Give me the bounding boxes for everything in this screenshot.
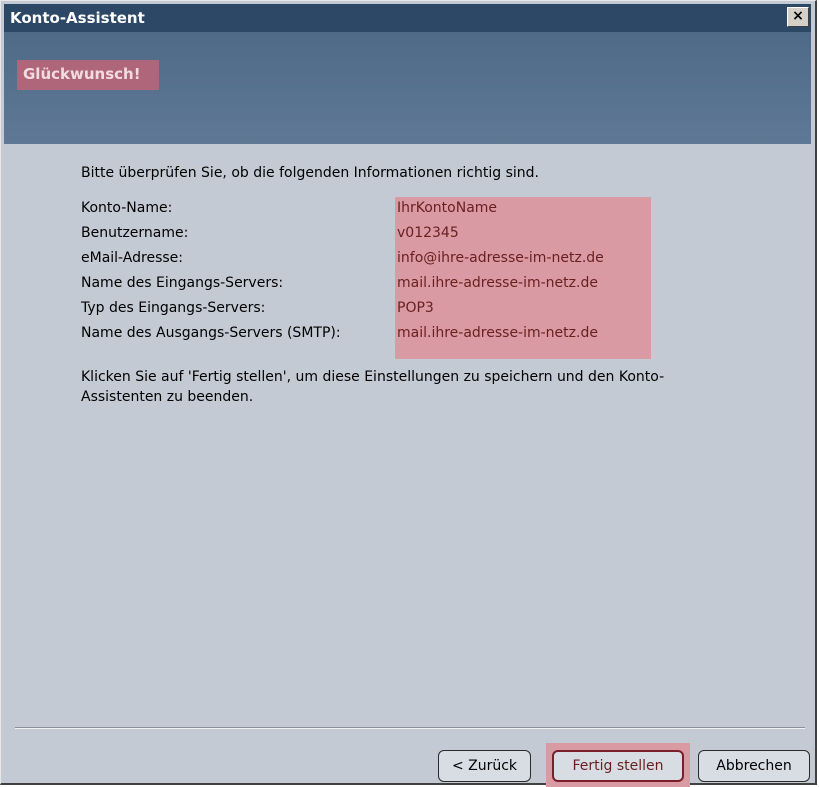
account-name-value: IhrKontoName [397,199,498,216]
incoming-server-value: mail.ihre-adresse-im-netz.de [397,274,598,291]
page-title: Glückwunsch! [23,65,141,83]
info-row-username: Benutzername: v012345 [81,220,604,245]
username-value: v012345 [397,224,459,241]
outgoing-server-value: mail.ihre-adresse-im-netz.de [397,324,598,341]
account-wizard-dialog: Konto-Assistent × Glückwunsch! Bitte übe… [0,0,817,787]
finish-button[interactable]: Fertig stellen [552,750,684,782]
outgoing-server-label: Name des Ausgangs-Servers (SMTP): [81,324,341,341]
close-button[interactable]: × [787,7,809,27]
email-label: eMail-Adresse: [81,249,183,266]
info-row-email: eMail-Adresse: info@ihre-adresse-im-netz… [81,245,604,270]
account-name-label: Konto-Name: [81,199,173,216]
info-row-outgoing-server: Name des Ausgangs-Servers (SMTP): mail.i… [81,320,604,345]
summary-content: Bitte überprüfen Sie, ob die folgenden I… [81,163,781,421]
footer-separator [15,727,805,729]
info-row-incoming-server: Name des Eingangs-Servers: mail.ihre-adr… [81,270,604,295]
window-title: Konto-Assistent [10,9,145,27]
wizard-header: Glückwunsch! [4,32,811,144]
username-label: Benutzername: [81,224,189,241]
info-row-account-name: Konto-Name: IhrKontoName [81,195,604,220]
title-bar: Konto-Assistent × [4,4,811,32]
intro-text: Bitte überprüfen Sie, ob die folgenden I… [81,165,539,181]
incoming-type-label: Typ des Eingangs-Servers: [81,299,266,316]
cancel-button[interactable]: Abbrechen [698,750,810,782]
finish-hint-text: Klicken Sie auf 'Fertig stellen', um die… [81,369,665,405]
incoming-server-label: Name des Eingangs-Servers: [81,274,284,291]
back-button[interactable]: < Zurück [438,750,531,782]
info-row-incoming-type: Typ des Eingangs-Servers: POP3 [81,295,604,320]
email-value: info@ihre-adresse-im-netz.de [397,249,604,266]
account-info-table: Konto-Name: IhrKontoName Benutzername: v… [81,195,604,345]
close-icon: × [792,8,804,24]
incoming-type-value: POP3 [397,299,434,316]
